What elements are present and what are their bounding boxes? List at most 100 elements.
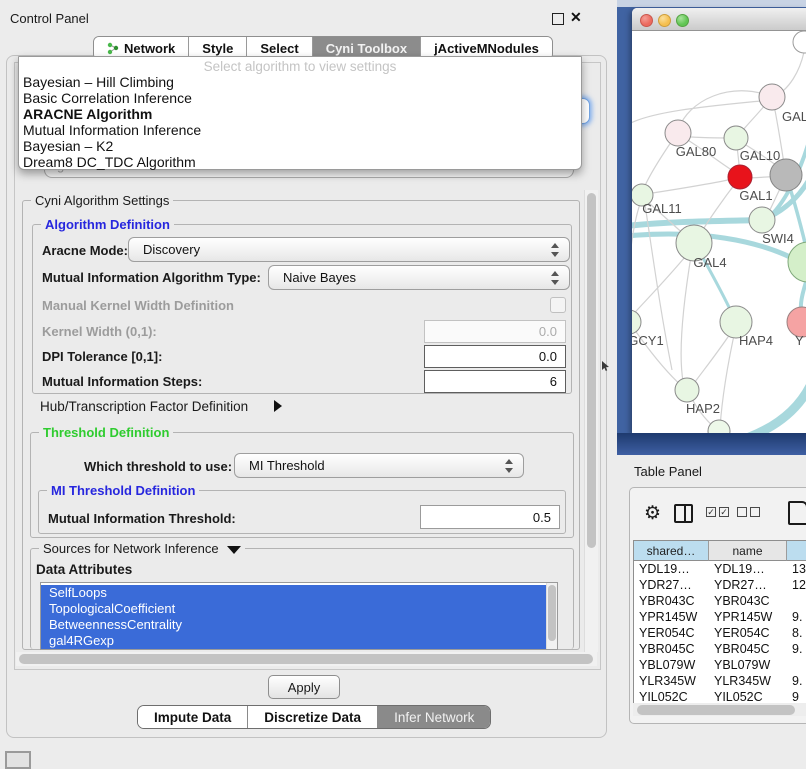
table-cell[interactable]: YIL052C: [709, 689, 787, 703]
hub-definition-toggle-label[interactable]: Hub/Transcription Factor Definition: [40, 399, 248, 414]
node-GAL80[interactable]: [665, 120, 691, 146]
node-GAL[interactable]: [759, 84, 785, 110]
node-label: HAP4: [739, 333, 773, 348]
close-panel-icon[interactable]: ✕: [570, 9, 582, 26]
table-cell[interactable]: YER054C: [709, 625, 787, 641]
node-GAL1[interactable]: [728, 165, 752, 189]
aracne-mode-combo[interactable]: Discovery: [128, 237, 570, 262]
network-window-titlebar[interactable]: [632, 8, 806, 31]
data-attributes-label: Data Attributes: [36, 562, 132, 577]
table-cell[interactable]: YPR145W: [709, 609, 787, 625]
sources-group-title[interactable]: Sources for Network Inference: [39, 541, 245, 556]
node-unlabeled[interactable]: [788, 242, 806, 282]
table-cell[interactable]: YBR043C: [634, 593, 709, 609]
export-table-icon[interactable]: [788, 501, 806, 525]
node-label: GAL80: [676, 144, 716, 159]
list-item-selected[interactable]: TopologicalCoefficient: [41, 601, 546, 617]
tab-discretize-data[interactable]: Discretize Data: [248, 706, 378, 728]
node-GAL10[interactable]: [724, 126, 748, 150]
table-cell[interactable]: 9.: [787, 673, 806, 689]
table-cell[interactable]: 9.: [787, 641, 806, 657]
table-cell[interactable]: YDL19…: [634, 561, 709, 577]
table-cell[interactable]: YPR145W: [634, 609, 709, 625]
mouse-cursor: [601, 361, 611, 372]
mi-steps-label: Mutual Information Steps:: [42, 374, 202, 389]
tab-infer-network[interactable]: Infer Network: [378, 706, 490, 728]
apply-button[interactable]: Apply: [268, 675, 340, 699]
table-cell[interactable]: 9.: [787, 609, 806, 625]
node-SWI4[interactable]: [749, 207, 775, 233]
table-cell[interactable]: YBL079W: [709, 657, 787, 673]
gear-icon[interactable]: ⚙: [644, 502, 661, 525]
table-cell[interactable]: [787, 657, 806, 673]
minimized-panel-icon[interactable]: [5, 751, 31, 769]
cyni-settings-group-title: Cyni Algorithm Settings: [31, 193, 173, 208]
settings-horizontal-scrollbar-thumb[interactable]: [19, 654, 593, 664]
table-cell[interactable]: YBR043C: [709, 593, 787, 609]
table-horizontal-scrollbar-thumb[interactable]: [637, 705, 795, 715]
aracne-mode-label: Aracne Mode:: [42, 243, 128, 258]
table-cell[interactable]: YLR345W: [634, 673, 709, 689]
table-cell[interactable]: 12: [787, 577, 806, 593]
settings-vertical-scrollbar-thumb[interactable]: [587, 193, 596, 548]
list-item-selected[interactable]: SelfLoops: [41, 585, 546, 601]
list-scrollbar[interactable]: [546, 583, 557, 649]
network-canvas[interactable]: GAL GAL80 GAL10 GAL1 GAL11 SWI4 GAL4 GCY…: [632, 30, 806, 433]
table-cell[interactable]: YBL079W: [634, 657, 709, 673]
node-unlabeled[interactable]: [793, 31, 806, 53]
list-item-selected[interactable]: BetweennessCentrality: [41, 617, 546, 633]
column-header-partial[interactable]: [787, 541, 806, 561]
dpi-tolerance-input[interactable]: 0.0: [424, 345, 566, 368]
settings-vertical-scrollbar[interactable]: [584, 190, 598, 652]
table-cell[interactable]: YBR045C: [709, 641, 787, 657]
settings-horizontal-scrollbar[interactable]: [16, 652, 597, 666]
node-GCY1[interactable]: [632, 310, 641, 334]
tab-impute-data[interactable]: Impute Data: [138, 706, 248, 728]
deselect-all-columns-icon[interactable]: [737, 507, 760, 517]
split-pane-icon[interactable]: [674, 504, 693, 523]
table-cell[interactable]: YIL052C: [634, 689, 709, 703]
network-window-frame-bottom: [617, 433, 806, 455]
table-cell[interactable]: YBR045C: [634, 641, 709, 657]
column-header-shared-name[interactable]: shared…: [634, 541, 709, 561]
close-window-icon[interactable]: [640, 14, 653, 27]
node-label: GAL4: [693, 255, 726, 270]
which-threshold-combo[interactable]: MI Threshold: [234, 453, 524, 478]
list-scrollbar-thumb[interactable]: [548, 585, 556, 641]
table-cell[interactable]: YDR27…: [634, 577, 709, 593]
combo-stepper-icon: [505, 459, 514, 473]
dropdown-item[interactable]: Dream8 DC_TDC Algorithm: [23, 154, 573, 170]
table-cell[interactable]: [787, 593, 806, 609]
float-panel-icon[interactable]: [552, 13, 564, 25]
table-cell[interactable]: 13: [787, 561, 806, 577]
node-HAP2[interactable]: [675, 378, 699, 402]
minimize-window-icon[interactable]: [658, 14, 671, 27]
mi-threshold-input[interactable]: 0.5: [420, 505, 560, 529]
dropdown-item[interactable]: Basic Correlation Inference: [23, 90, 573, 106]
table-cell[interactable]: YDL19…: [709, 561, 787, 577]
list-item-selected[interactable]: gal4RGexp: [41, 633, 546, 649]
table-cell[interactable]: YER054C: [634, 625, 709, 641]
table-cell[interactable]: YLR345W: [709, 673, 787, 689]
manual-kernel-width-checkbox[interactable]: [550, 297, 566, 313]
dropdown-item[interactable]: Bayesian – Hill Climbing: [23, 74, 573, 90]
dropdown-item-selected[interactable]: ARACNE Algorithm: [23, 106, 573, 122]
kernel-width-label: Kernel Width (0,1):: [42, 324, 157, 339]
zoom-window-icon[interactable]: [676, 14, 689, 27]
dropdown-item[interactable]: Bayesian – K2: [23, 138, 573, 154]
data-attributes-list: SelfLoops TopologicalCoefficient Between…: [40, 582, 558, 650]
kernel-width-input[interactable]: 0.0: [424, 320, 566, 343]
mi-steps-input[interactable]: 6: [424, 370, 566, 393]
table-cell[interactable]: YDR27…: [709, 577, 787, 593]
table-cell[interactable]: 9: [787, 689, 806, 703]
table-horizontal-scrollbar[interactable]: [633, 703, 806, 716]
column-header-name[interactable]: name: [709, 541, 787, 561]
table-cell[interactable]: 8.: [787, 625, 806, 641]
dropdown-item[interactable]: Mutual Information Inference: [23, 122, 573, 138]
node-unlabeled[interactable]: [708, 420, 730, 433]
select-all-columns-icon[interactable]: ✓ ✓: [706, 507, 729, 517]
mi-algorithm-type-combo[interactable]: Naive Bayes: [268, 265, 570, 290]
expand-arrow-icon[interactable]: [274, 400, 282, 412]
which-threshold-label: Which threshold to use:: [84, 459, 232, 474]
node-gray[interactable]: [770, 159, 802, 191]
